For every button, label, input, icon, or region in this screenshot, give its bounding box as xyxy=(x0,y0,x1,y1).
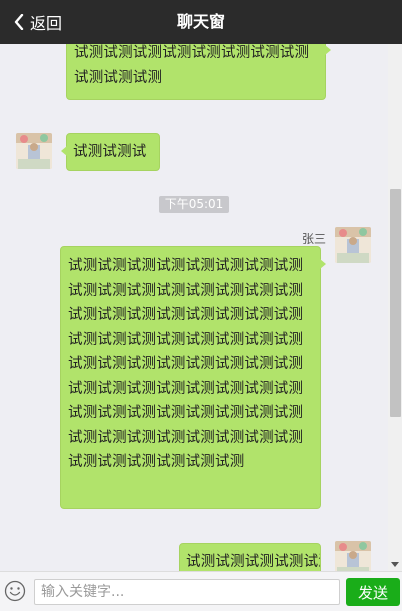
emoji-icon[interactable] xyxy=(4,580,26,602)
message-input[interactable] xyxy=(34,579,340,605)
avatar[interactable] xyxy=(16,133,52,169)
message-bubble: 试测试测试 xyxy=(61,133,160,171)
scroll-down-arrow-icon[interactable] xyxy=(391,562,399,567)
scrollbar-thumb[interactable] xyxy=(390,189,401,417)
sender-name: 张三 xyxy=(301,232,326,246)
avatar-image xyxy=(335,227,371,263)
message-bubble: 试测试测试测试测试测试测试测试测试测试测试测试测试测试测试测试测试测试测试测试测… xyxy=(60,246,326,509)
input-bar: 发送 xyxy=(0,571,402,611)
avatar[interactable] xyxy=(335,227,371,263)
chat-area[interactable]: 试测试测试测试测试测试测试测试测试测试测试测 试测试测试 下午05:01 张三 xyxy=(0,44,388,571)
message-bubble: 试测试测试测试测试测 xyxy=(179,543,321,571)
message-bubble: 试测试测试测试测试测试测试测试测试测试测试测 xyxy=(66,44,331,100)
avatar-image xyxy=(335,541,371,571)
header-bar: 返回 聊天窗 xyxy=(0,0,402,44)
back-label: 返回 xyxy=(30,14,63,33)
chat-app: 返回 聊天窗 试测试测试测试测试测试测试测试测试测试测试测 试测试测试 下午05… xyxy=(0,0,402,611)
back-button[interactable]: 返回 xyxy=(14,0,62,44)
avatar-image xyxy=(16,133,52,169)
avatar[interactable] xyxy=(335,541,371,571)
time-badge: 下午05:01 xyxy=(159,196,229,213)
send-button[interactable]: 发送 xyxy=(346,578,400,606)
chevron-left-icon xyxy=(14,14,24,30)
scrollbar[interactable] xyxy=(388,44,402,571)
